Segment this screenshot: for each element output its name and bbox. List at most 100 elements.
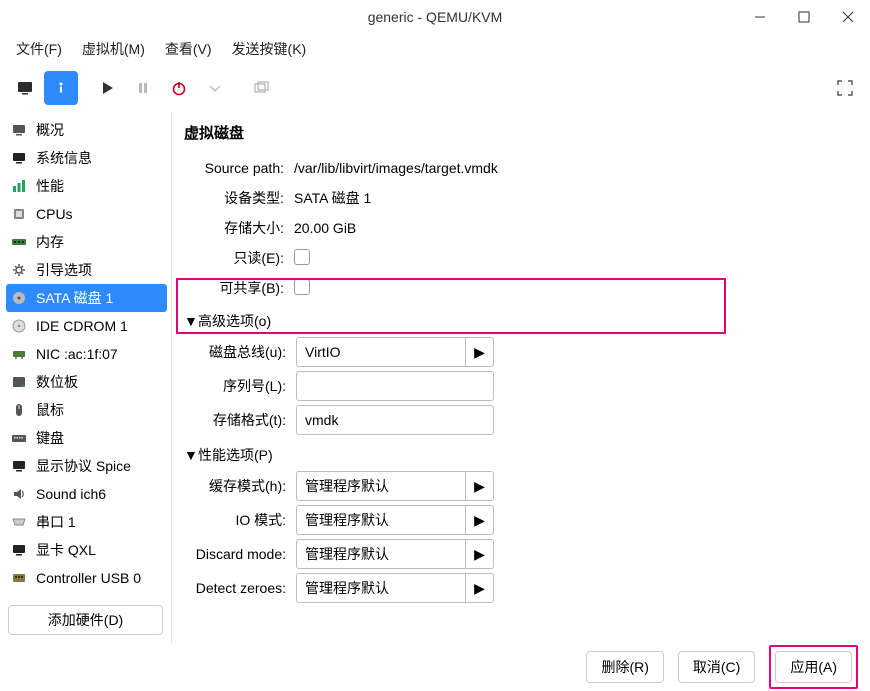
chevron-right-icon[interactable]: ▶ xyxy=(466,539,494,569)
sidebar-item-label: 性能 xyxy=(36,176,64,196)
add-hardware-button[interactable]: 添加硬件(D) xyxy=(8,605,163,635)
disk-bus-input[interactable] xyxy=(296,337,466,367)
footer: 删除(R) 取消(C) 应用(A) xyxy=(0,643,870,691)
menu-file[interactable]: 文件(F) xyxy=(6,35,72,63)
menu-sendkey[interactable]: 发送按键(K) xyxy=(222,35,317,63)
apply-button[interactable]: 应用(A) xyxy=(775,651,852,683)
cache-mode-input[interactable] xyxy=(296,471,466,501)
remove-button[interactable]: 删除(R) xyxy=(586,651,663,683)
maximize-button[interactable] xyxy=(782,0,826,34)
sidebar-item-4[interactable]: 内存 xyxy=(6,228,167,256)
toolbar xyxy=(0,64,870,112)
sidebar-item-1[interactable]: 系统信息 xyxy=(6,144,167,172)
console-button[interactable] xyxy=(8,71,42,105)
io-mode-input[interactable] xyxy=(296,505,466,535)
sidebar-item-label: 串口 1 xyxy=(36,512,76,532)
close-button[interactable] xyxy=(826,0,870,34)
detect-zeroes-combobox[interactable]: ▶ xyxy=(296,573,494,603)
detect-zeroes-input[interactable] xyxy=(296,573,466,603)
sidebar-item-label: 内存 xyxy=(36,232,64,252)
detail-pane: 虚拟磁盘 Source path:/var/lib/libvirt/images… xyxy=(172,112,870,643)
sidebar-item-3[interactable]: CPUs xyxy=(6,200,167,228)
sidebar-item-11[interactable]: 键盘 xyxy=(6,424,167,452)
storage-format-input[interactable] xyxy=(296,405,494,435)
gear-icon xyxy=(10,261,28,279)
shutdown-button[interactable] xyxy=(162,71,196,105)
sidebar-item-0[interactable]: 概况 xyxy=(6,116,167,144)
zeroes-label: Detect zeroes: xyxy=(184,580,296,596)
chevron-right-icon[interactable]: ▶ xyxy=(466,471,494,501)
cpu-icon xyxy=(10,205,28,223)
menu-view[interactable]: 查看(V) xyxy=(155,35,222,63)
sound-icon xyxy=(10,485,28,503)
gpu-icon xyxy=(10,541,28,559)
source-path-value: /var/lib/libvirt/images/target.vmdk xyxy=(294,160,498,176)
minimize-button[interactable] xyxy=(738,0,782,34)
sidebar-item-16[interactable]: Controller USB 0 xyxy=(6,564,167,592)
sidebar-item-label: 显卡 QXL xyxy=(36,540,96,560)
pause-button[interactable] xyxy=(126,71,160,105)
sidebar-item-8[interactable]: NIC :ac:1f:07 xyxy=(6,340,167,368)
run-button[interactable] xyxy=(90,71,124,105)
sidebar-item-label: 鼠标 xyxy=(36,400,64,420)
sidebar-item-label: CPUs xyxy=(36,206,73,222)
sidebar-item-17[interactable]: Controller PCI 0 xyxy=(6,592,167,599)
disk-bus-combobox[interactable]: ▶ xyxy=(296,337,494,367)
readonly-label: 只读(E): xyxy=(184,248,294,268)
chevron-right-icon[interactable]: ▶ xyxy=(466,505,494,535)
chevron-right-icon[interactable]: ▶ xyxy=(466,573,494,603)
sidebar-item-label: SATA 磁盘 1 xyxy=(36,288,113,308)
io-label: IO 模式: xyxy=(184,510,296,530)
performance-options-expander[interactable]: ▼性能选项(P) xyxy=(184,441,854,469)
serial-input[interactable] xyxy=(296,371,494,401)
discard-label: Discard mode: xyxy=(184,546,296,562)
sidebar-item-7[interactable]: IDE CDROM 1 xyxy=(6,312,167,340)
menubar: 文件(F) 虚拟机(M) 查看(V) 发送按键(K) xyxy=(0,34,870,64)
sidebar-item-label: 系统信息 xyxy=(36,148,92,168)
discard-mode-input[interactable] xyxy=(296,539,466,569)
shutdown-menu-button[interactable] xyxy=(198,71,232,105)
bus-label: 磁盘总线(u): xyxy=(184,342,296,362)
sidebar-item-15[interactable]: 显卡 QXL xyxy=(6,536,167,564)
mouse-icon xyxy=(10,401,28,419)
apply-highlight: 应用(A) xyxy=(769,645,858,689)
memory-icon xyxy=(10,233,28,251)
snapshots-button[interactable] xyxy=(244,71,278,105)
fullscreen-button[interactable] xyxy=(828,71,862,105)
details-button[interactable] xyxy=(44,71,78,105)
keyboard-icon xyxy=(10,429,28,447)
sidebar-item-2[interactable]: 性能 xyxy=(6,172,167,200)
menu-vm[interactable]: 虚拟机(M) xyxy=(72,35,155,63)
readonly-checkbox[interactable] xyxy=(294,249,310,265)
hardware-list[interactable]: 概况系统信息性能 CPUs 内存引导选项 SATA 磁盘 1 IDE CDROM 1 NI… xyxy=(0,112,171,599)
sidebar-item-6[interactable]: SATA 磁盘 1 xyxy=(6,284,167,312)
cache-label: 缓存模式(h): xyxy=(184,476,296,496)
sidebar-item-label: 概况 xyxy=(36,120,64,140)
io-mode-combobox[interactable]: ▶ xyxy=(296,505,494,535)
serial-icon xyxy=(10,513,28,531)
sidebar-item-14[interactable]: 串口 1 xyxy=(6,508,167,536)
detail-heading: 虚拟磁盘 xyxy=(184,122,854,143)
sidebar-item-13[interactable]: Sound ich6 xyxy=(6,480,167,508)
sidebar-item-9[interactable]: 数位板 xyxy=(6,368,167,396)
chevron-right-icon[interactable]: ▶ xyxy=(466,337,494,367)
sidebar-item-12[interactable]: 显示协议 Spice xyxy=(6,452,167,480)
tablet-icon xyxy=(10,373,28,391)
cache-mode-combobox[interactable]: ▶ xyxy=(296,471,494,501)
display-icon xyxy=(10,457,28,475)
shareable-checkbox[interactable] xyxy=(294,279,310,295)
chevron-down-icon: ▼ xyxy=(184,313,194,329)
sidebar-item-10[interactable]: 鼠标 xyxy=(6,396,167,424)
advanced-options-expander[interactable]: ▼高级选项(o) xyxy=(184,307,854,335)
sidebar-item-label: 显示协议 Spice xyxy=(36,456,131,476)
discard-mode-combobox[interactable]: ▶ xyxy=(296,539,494,569)
disk-icon xyxy=(10,289,28,307)
chevron-down-icon: ▼ xyxy=(184,447,194,463)
source-path-label: Source path: xyxy=(184,160,294,176)
controller-icon xyxy=(10,569,28,587)
cancel-button[interactable]: 取消(C) xyxy=(678,651,755,683)
sidebar-item-label: IDE CDROM 1 xyxy=(36,318,128,334)
sidebar-item-5[interactable]: 引导选项 xyxy=(6,256,167,284)
controller-icon xyxy=(10,597,28,599)
monitor-icon xyxy=(10,121,28,139)
